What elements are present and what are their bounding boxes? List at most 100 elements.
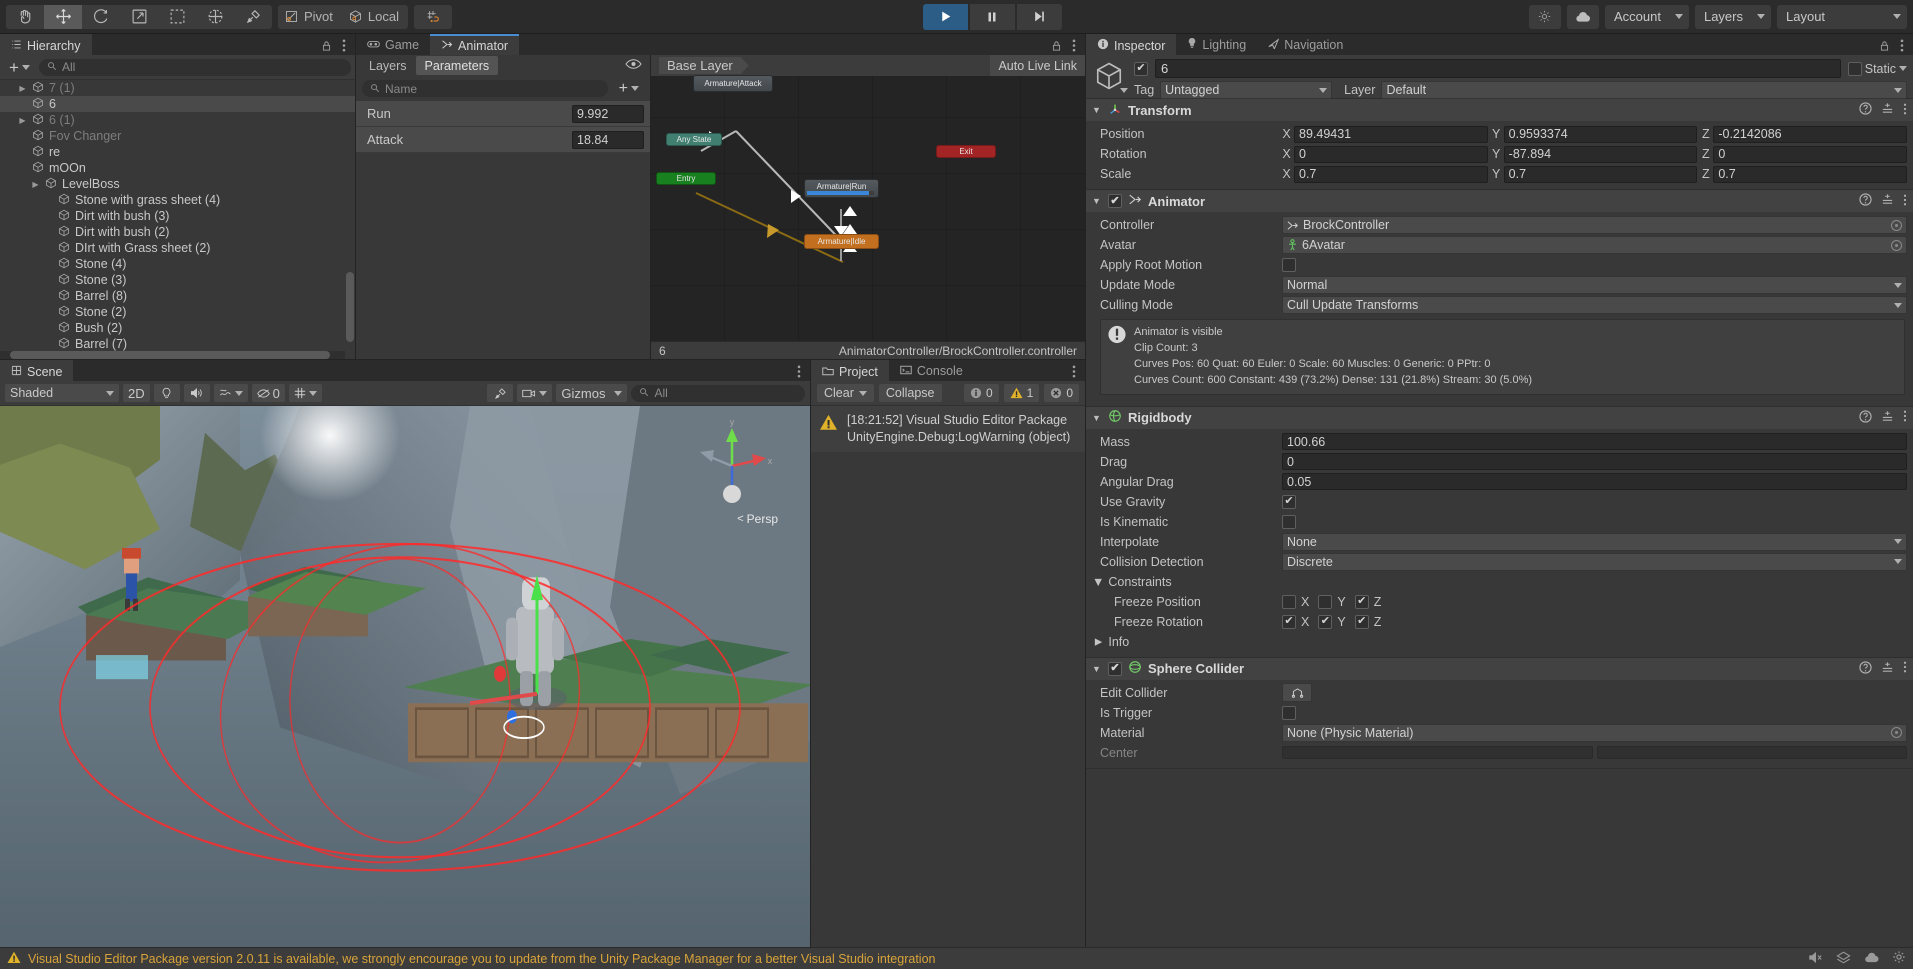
grid-snap-icon[interactable] <box>414 5 452 29</box>
collapse-twisty-icon[interactable]: ▼ <box>1092 664 1102 674</box>
tab-game[interactable]: Game <box>356 34 431 55</box>
hierarchy-item[interactable]: 6 <box>0 96 355 112</box>
layers-dropdown[interactable]: Layers <box>1694 4 1771 29</box>
parameter-value-input[interactable]: 18.84 <box>572 130 644 149</box>
interpolate-dropdown[interactable]: None <box>1282 532 1907 551</box>
hierarchy-item[interactable]: Stone with grass sheet (4) <box>0 192 355 208</box>
preset-icon[interactable] <box>1881 410 1894 426</box>
component-menu-icon[interactable] <box>1903 410 1907 425</box>
help-icon[interactable] <box>1859 102 1872 118</box>
hierarchy-horizontal-scrollbar[interactable] <box>0 351 345 359</box>
hierarchy-item[interactable]: ▶ 6 (1) <box>0 112 355 128</box>
hierarchy-item[interactable]: Stone (4) <box>0 256 355 272</box>
hierarchy-item[interactable]: Barrel (7) <box>0 336 355 352</box>
settings-status-icon[interactable] <box>1892 950 1906 967</box>
rigidbody-header[interactable]: ▼ Rigidbody <box>1086 406 1913 429</box>
error-count-toggle[interactable]: 0 <box>1044 384 1079 402</box>
add-parameter-button[interactable]: + <box>614 79 644 98</box>
angular-drag-input[interactable]: 0.05 <box>1282 473 1907 491</box>
avatar-object-field[interactable]: 6Avatar <box>1282 236 1907 254</box>
transform-position-y-input[interactable]: 0.9593374 <box>1503 125 1698 143</box>
collapse-twisty-icon[interactable]: ▼ <box>1092 105 1102 115</box>
hierarchy-menu-icon[interactable] <box>342 39 346 55</box>
expand-twisty-icon[interactable]: ▶ <box>17 116 28 125</box>
scene-axis-gizmo[interactable]: y x < Persp <box>692 416 778 526</box>
account-dropdown[interactable]: Account <box>1604 4 1689 29</box>
info-twisty-icon[interactable]: ▼ <box>1091 636 1105 648</box>
scene-camera-icon[interactable] <box>517 384 553 402</box>
scene-hidden-objects-toggle[interactable]: 0 <box>251 384 285 402</box>
animator-state-node[interactable]: Armature|Idle <box>804 234 879 249</box>
hand-tool-button[interactable] <box>6 5 44 29</box>
preset-icon[interactable] <box>1881 661 1894 677</box>
gizmos-dropdown[interactable]: Gizmos <box>556 384 628 402</box>
static-checkbox[interactable] <box>1847 61 1862 76</box>
add-gameobject-button[interactable]: + <box>4 58 35 77</box>
shading-mode-dropdown[interactable]: Shaded <box>5 384 119 402</box>
hierarchy-item[interactable]: Dirt with bush (3) <box>0 208 355 224</box>
status-bar[interactable]: Visual Studio Editor Package version 2.0… <box>0 947 1913 969</box>
cloud-status-icon[interactable] <box>1864 951 1879 967</box>
collision-detection-dropdown[interactable]: Discrete <box>1282 552 1907 571</box>
animator-menu-icon[interactable] <box>1072 39 1076 55</box>
tab-animator[interactable]: Animator <box>430 34 520 55</box>
animator-header[interactable]: ▼ Animator <box>1086 190 1913 212</box>
animator-state-node[interactable]: Armature|Run <box>804 179 879 198</box>
expand-twisty-icon[interactable]: ▶ <box>17 84 28 93</box>
rotate-tool-button[interactable] <box>82 5 120 29</box>
layer-dropdown[interactable]: Default <box>1381 81 1907 99</box>
gameobject-name-input[interactable]: 6 <box>1155 59 1841 78</box>
transform-rotation-y-input[interactable]: -87.894 <box>1503 145 1698 163</box>
transform-rotation-x-input[interactable]: 0 <box>1294 145 1488 163</box>
hierarchy-item[interactable]: mOOn <box>0 160 355 176</box>
inspector-menu-icon[interactable] <box>1900 39 1904 55</box>
pivot-toggle-button[interactable]: Pivot <box>278 5 342 29</box>
transform-scale-x-input[interactable]: 0.7 <box>1294 165 1488 183</box>
hierarchy-item[interactable]: Stone (3) <box>0 272 355 288</box>
animator-enabled-checkbox[interactable] <box>1108 194 1122 208</box>
auto-live-link-button[interactable]: Auto Live Link <box>990 55 1085 76</box>
rigidbody-info-row[interactable]: ▼ Info <box>1091 632 1907 652</box>
is-trigger-checkbox[interactable] <box>1282 705 1296 720</box>
custom-tool-button[interactable] <box>234 5 272 29</box>
freeze-pos-y-checkbox[interactable] <box>1318 594 1333 609</box>
is-kinematic-checkbox[interactable] <box>1282 514 1296 529</box>
step-button[interactable] <box>1016 3 1062 30</box>
animator-parameter-row[interactable]: Attack 18.84 <box>356 127 650 153</box>
hierarchy-tree[interactable]: ▶ 7 (1) 6 ▶ 6 (1) Fov Changer re mOOn ▶ LevelBoss… <box>0 80 355 359</box>
hierarchy-item[interactable]: re <box>0 144 355 160</box>
prefab-cube-icon[interactable] <box>1092 59 1128 93</box>
animator-state-node[interactable]: Armature|Attack <box>693 75 773 92</box>
scene-menu-icon[interactable] <box>797 365 801 381</box>
layout-dropdown[interactable]: Layout <box>1777 4 1907 29</box>
mute-audio-icon[interactable] <box>1808 951 1823 967</box>
tab-lighting[interactable]: Lighting <box>1176 34 1258 55</box>
collapse-twisty-icon[interactable]: ▼ <box>1092 413 1102 423</box>
info-count-toggle[interactable]: 0 <box>963 384 999 402</box>
cloud-icon[interactable] <box>1566 4 1599 29</box>
2d-toggle-button[interactable]: 2D <box>123 384 150 402</box>
lock-icon[interactable] <box>321 40 332 55</box>
hierarchy-item[interactable]: DIrt with Grass sheet (2) <box>0 240 355 256</box>
object-picker-icon[interactable] <box>1891 727 1902 739</box>
parameter-search-input[interactable]: Name <box>362 80 608 97</box>
animator-state-node[interactable]: Exit <box>936 145 996 158</box>
scene-audio-toggle[interactable] <box>183 384 210 402</box>
play-button[interactable] <box>922 3 968 30</box>
transform-tool-button[interactable] <box>196 5 234 29</box>
tab-console[interactable]: Console <box>888 360 974 381</box>
transform-position-x-input[interactable]: 89.49431 <box>1294 125 1488 143</box>
chevron-down-icon[interactable] <box>1120 88 1128 93</box>
rect-tool-button[interactable] <box>158 5 196 29</box>
transform-scale-z-input[interactable]: 0.7 <box>1713 165 1908 183</box>
scene-tools-icon[interactable] <box>487 384 514 402</box>
pause-button[interactable] <box>969 3 1015 30</box>
use-gravity-checkbox[interactable] <box>1282 494 1296 509</box>
animator-state-node[interactable]: Entry <box>656 172 716 185</box>
scene-lighting-toggle[interactable] <box>153 384 180 402</box>
animator-state-node[interactable]: Any State <box>666 133 722 146</box>
breadcrumb[interactable]: Base Layer <box>659 57 749 74</box>
tab-project[interactable]: Project <box>811 360 889 381</box>
console-log-entry[interactable]: [18:21:52] Visual Studio Editor Package … <box>811 406 1085 452</box>
constraints-row[interactable]: ▼ Constraints <box>1092 572 1907 592</box>
